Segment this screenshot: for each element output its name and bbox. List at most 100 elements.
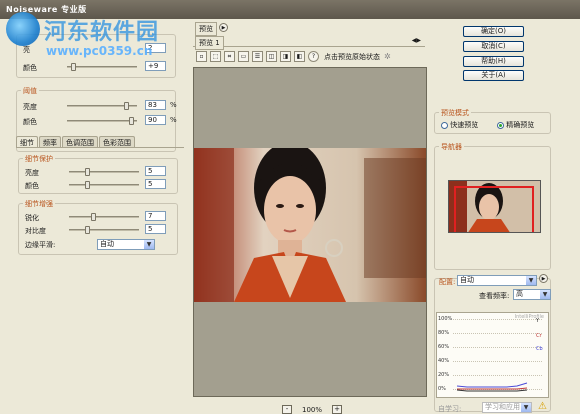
sharpen-slider[interactable] bbox=[69, 213, 139, 221]
gear-icon[interactable]: ✲ bbox=[384, 52, 391, 61]
crop-select-icon[interactable]: ⌗ bbox=[224, 51, 235, 62]
detail-protect-brightness-label: 亮度 bbox=[25, 168, 39, 177]
right-panel: 确定(O) 取消(C) 帮助(H) 关于(A) 预览模式 快速预览 精确预览 导… bbox=[434, 20, 580, 414]
tab-color-range[interactable]: 色彩范围 bbox=[99, 136, 135, 147]
radio-selected-icon[interactable] bbox=[497, 121, 504, 129]
self-learn-select[interactable]: 学习和应用 ▼ bbox=[482, 402, 532, 413]
view-frequency-select[interactable]: 高 ▼ bbox=[513, 289, 551, 300]
detail-enhance-group: 细节增强 锐化 7 对比度 5 边缘平滑: 自动 ▼ bbox=[18, 199, 178, 255]
contrast-slider[interactable] bbox=[69, 226, 139, 234]
copy-preview-icon[interactable]: ◧ bbox=[294, 51, 305, 62]
warning-icon: ⚠ bbox=[538, 401, 547, 412]
slider-thumb[interactable] bbox=[91, 213, 96, 221]
window-title: Noiseware 专业版 bbox=[6, 5, 87, 14]
top-settings-group: 亮 2 颜色 +9 bbox=[16, 34, 176, 78]
threshold-color-label: 颜色 bbox=[23, 117, 37, 126]
threshold-color-input[interactable]: 90 bbox=[145, 115, 166, 125]
view-frequency-label: 查看频率: bbox=[479, 292, 510, 300]
slider-thumb[interactable] bbox=[85, 226, 90, 234]
self-learn-label: 自学习: bbox=[438, 405, 462, 413]
top-color-slider[interactable] bbox=[67, 63, 137, 71]
preview-toolbar: ▫ ⬚ ⌗ ▭ ☰ ◫ ◨ ◧ ? 点击预览原始状态 ✲ bbox=[196, 50, 428, 63]
slider-thumb[interactable] bbox=[85, 168, 90, 176]
radio-icon[interactable] bbox=[441, 121, 448, 129]
detail-protect-color-input[interactable]: 5 bbox=[145, 179, 166, 189]
scroll-right-icon[interactable]: ◀▶ bbox=[412, 37, 421, 44]
slider-thumb[interactable] bbox=[129, 117, 134, 125]
accurate-preview-option[interactable]: 精确预览 bbox=[497, 120, 534, 130]
slider-thumb[interactable] bbox=[85, 181, 90, 189]
zoom-out-button[interactable]: - bbox=[282, 405, 292, 414]
ok-button[interactable]: 确定(O) bbox=[463, 26, 524, 37]
preview-mode-group: 预览模式 快速预览 精确预览 bbox=[434, 108, 551, 134]
chevron-down-icon[interactable]: ▼ bbox=[144, 240, 154, 249]
top-color-label: 颜色 bbox=[23, 63, 37, 72]
about-button[interactable]: 关于(A) bbox=[463, 70, 524, 81]
percent-unit: % bbox=[170, 116, 177, 124]
tab-preview[interactable]: 预览 bbox=[195, 22, 217, 36]
self-learn-value: 学习和应用 bbox=[485, 403, 520, 411]
tab-preview-1[interactable]: 预览 1 bbox=[195, 36, 224, 50]
preview-mode-legend: 预览模式 bbox=[439, 108, 471, 118]
chevron-down-icon[interactable]: ▼ bbox=[526, 276, 536, 285]
split-horizontal-icon[interactable]: ☰ bbox=[252, 51, 263, 62]
zoom-in-button[interactable]: + bbox=[332, 405, 343, 414]
frequency-graph[interactable]: IntelliProfile 100% 80% 60% 40% 20% 0% Y… bbox=[436, 312, 549, 398]
threshold-brightness-input[interactable]: 83 bbox=[145, 100, 166, 110]
help-button[interactable]: 帮助(H) bbox=[463, 56, 524, 67]
detail-protect-brightness-input[interactable]: 5 bbox=[145, 166, 166, 176]
detail-protect-brightness-slider[interactable] bbox=[69, 168, 139, 176]
select-icon[interactable]: ⬚ bbox=[210, 51, 221, 62]
config-label: 配置: bbox=[439, 278, 456, 286]
contrast-label: 对比度 bbox=[25, 226, 46, 235]
edge-smooth-value: 自动 bbox=[100, 240, 114, 248]
config-play-icon[interactable]: ▶ bbox=[539, 274, 548, 283]
detail-protect-color-slider[interactable] bbox=[69, 181, 139, 189]
zoom-controls: - 100% + bbox=[282, 405, 343, 414]
config-select[interactable]: 自动 ▼ bbox=[457, 275, 537, 286]
preview-canvas[interactable] bbox=[193, 67, 427, 397]
preview-tabbar: 预览 ▶ bbox=[191, 20, 427, 36]
slider-thumb[interactable] bbox=[71, 63, 76, 71]
edge-smooth-label: 边缘平滑: bbox=[25, 240, 56, 249]
chevron-down-icon[interactable]: ▼ bbox=[540, 290, 550, 299]
title-bar: Noiseware 专业版 bbox=[0, 0, 580, 19]
preview-photo bbox=[194, 148, 426, 302]
accurate-preview-label: 精确预览 bbox=[506, 121, 535, 129]
single-view-icon[interactable]: ▭ bbox=[238, 51, 249, 62]
click-hint-text: 点击预览原始状态 bbox=[324, 52, 380, 61]
threshold-legend: 阈值 bbox=[21, 86, 39, 96]
top-color-input[interactable]: +9 bbox=[145, 61, 166, 71]
play-icon[interactable]: ▶ bbox=[219, 23, 228, 32]
settings-tabs: 细节 频率 色调范围 色彩范围 bbox=[16, 136, 184, 148]
detail-enhance-legend: 细节增强 bbox=[23, 199, 55, 209]
detail-protect-legend: 细节保护 bbox=[23, 154, 55, 164]
tab-frequency[interactable]: 频率 bbox=[39, 136, 61, 147]
brightness-label-partial: 亮 bbox=[23, 45, 30, 54]
navigator-legend: 导航器 bbox=[439, 142, 464, 152]
chevron-down-icon[interactable]: ▼ bbox=[521, 403, 531, 412]
percent-unit: % bbox=[170, 101, 177, 109]
slider-thumb[interactable] bbox=[124, 102, 129, 110]
contrast-input[interactable]: 5 bbox=[145, 224, 166, 234]
new-preview-icon[interactable]: ◨ bbox=[280, 51, 291, 62]
open-file-icon[interactable]: ▫ bbox=[196, 51, 207, 62]
threshold-brightness-slider[interactable] bbox=[67, 102, 137, 110]
navigator-thumbnail[interactable] bbox=[448, 180, 541, 233]
zoom-level: 100% bbox=[302, 405, 323, 414]
edge-smooth-select[interactable]: 自动 ▼ bbox=[97, 239, 155, 250]
fast-preview-option[interactable]: 快速预览 bbox=[441, 120, 478, 130]
threshold-color-slider[interactable] bbox=[67, 117, 137, 125]
view-frequency-value: 高 bbox=[516, 290, 523, 298]
preview-area: 预览 ▶ 预览 1 ◀▶ ▫ ⬚ ⌗ ▭ ☰ ◫ ◨ ◧ ? 点击预览原始状态 … bbox=[191, 20, 428, 414]
top-brightness-input[interactable]: 2 bbox=[145, 43, 166, 53]
cancel-button[interactable]: 取消(C) bbox=[463, 41, 524, 52]
tab-tone-range[interactable]: 色调范围 bbox=[62, 136, 98, 147]
help-icon[interactable]: ? bbox=[308, 51, 319, 62]
sharpen-label: 锐化 bbox=[25, 213, 39, 222]
detail-protect-group: 细节保护 亮度 5 颜色 5 bbox=[18, 154, 178, 194]
preview-subtabbar: 预览 1 ◀▶ bbox=[193, 35, 425, 50]
tab-detail[interactable]: 细节 bbox=[16, 136, 38, 147]
sharpen-input[interactable]: 7 bbox=[145, 211, 166, 221]
split-vertical-icon[interactable]: ◫ bbox=[266, 51, 277, 62]
